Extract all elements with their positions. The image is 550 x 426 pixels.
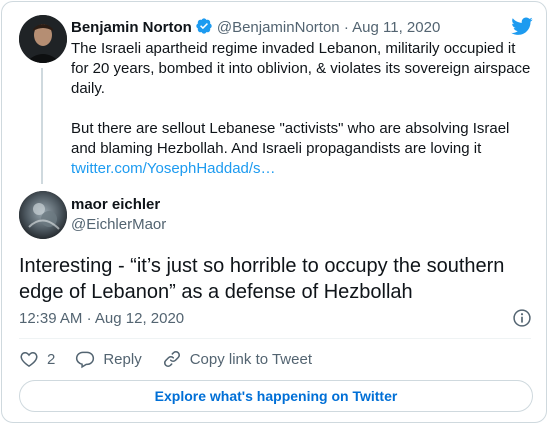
author-name[interactable]: Benjamin Norton [71, 19, 192, 36]
tweet-date: Aug 12, 2020 [94, 310, 185, 327]
author-handle[interactable]: @BenjaminNorton [217, 19, 340, 36]
info-icon[interactable] [512, 308, 532, 333]
tweet-link[interactable]: twitter.com/YosephHaddad/s… [71, 160, 276, 177]
avatar[interactable] [19, 15, 67, 63]
tweet-paragraph: But there are sellout Lebanese "activist… [71, 120, 510, 177]
embedded-tweet-card: Benjamin Norton @BenjaminNorton · Aug 11,… [1, 1, 547, 423]
reply-bubble-icon [76, 351, 95, 369]
tweet-timestamp[interactable]: 12:39 AM · Aug 12, 2020 [19, 309, 184, 329]
explore-button[interactable]: Explore what's happening on Twitter [19, 380, 533, 412]
divider [19, 338, 531, 339]
artwork-avatar-icon [19, 191, 67, 239]
author-handle[interactable]: @EichlerMaor [71, 215, 166, 235]
reply-tweet-text: Interesting - “it’s just so horrible to … [19, 255, 505, 303]
separator-dot: · [343, 19, 349, 36]
parent-tweet-text: The Israeli apartheid regime invaded Leb… [71, 39, 533, 179]
author-name[interactable]: maor eichler [71, 195, 166, 215]
reply-tweet-header: maor eichler @EichlerMaor [71, 195, 166, 235]
like-count: 2 [47, 350, 56, 368]
link-icon [163, 351, 180, 367]
tweet-actions-bar: 2 Reply Copy link to Tweet [19, 348, 332, 370]
copy-link-label: Copy link to Tweet [189, 350, 312, 368]
tweet-time: 12:39 AM [19, 310, 83, 327]
twitter-bird-icon[interactable] [510, 15, 534, 42]
tweet-paragraph: The Israeli apartheid regime invaded Leb… [71, 40, 531, 97]
copy-link-button[interactable]: Copy link to Tweet [162, 349, 312, 369]
reply-label: Reply [103, 350, 142, 368]
reply-button[interactable]: Reply [75, 349, 142, 369]
thread-connector-line [41, 68, 43, 184]
tweet-date[interactable]: Aug 11, 2020 [352, 19, 440, 36]
avatar[interactable] [19, 191, 67, 239]
person-avatar-icon [19, 15, 67, 63]
parent-tweet-header: Benjamin Norton @BenjaminNorton · Aug 11,… [71, 17, 440, 41]
heart-icon [20, 351, 38, 367]
like-button[interactable]: 2 [19, 349, 55, 369]
separator-dot: · [86, 310, 92, 327]
verified-badge-icon [195, 17, 213, 41]
